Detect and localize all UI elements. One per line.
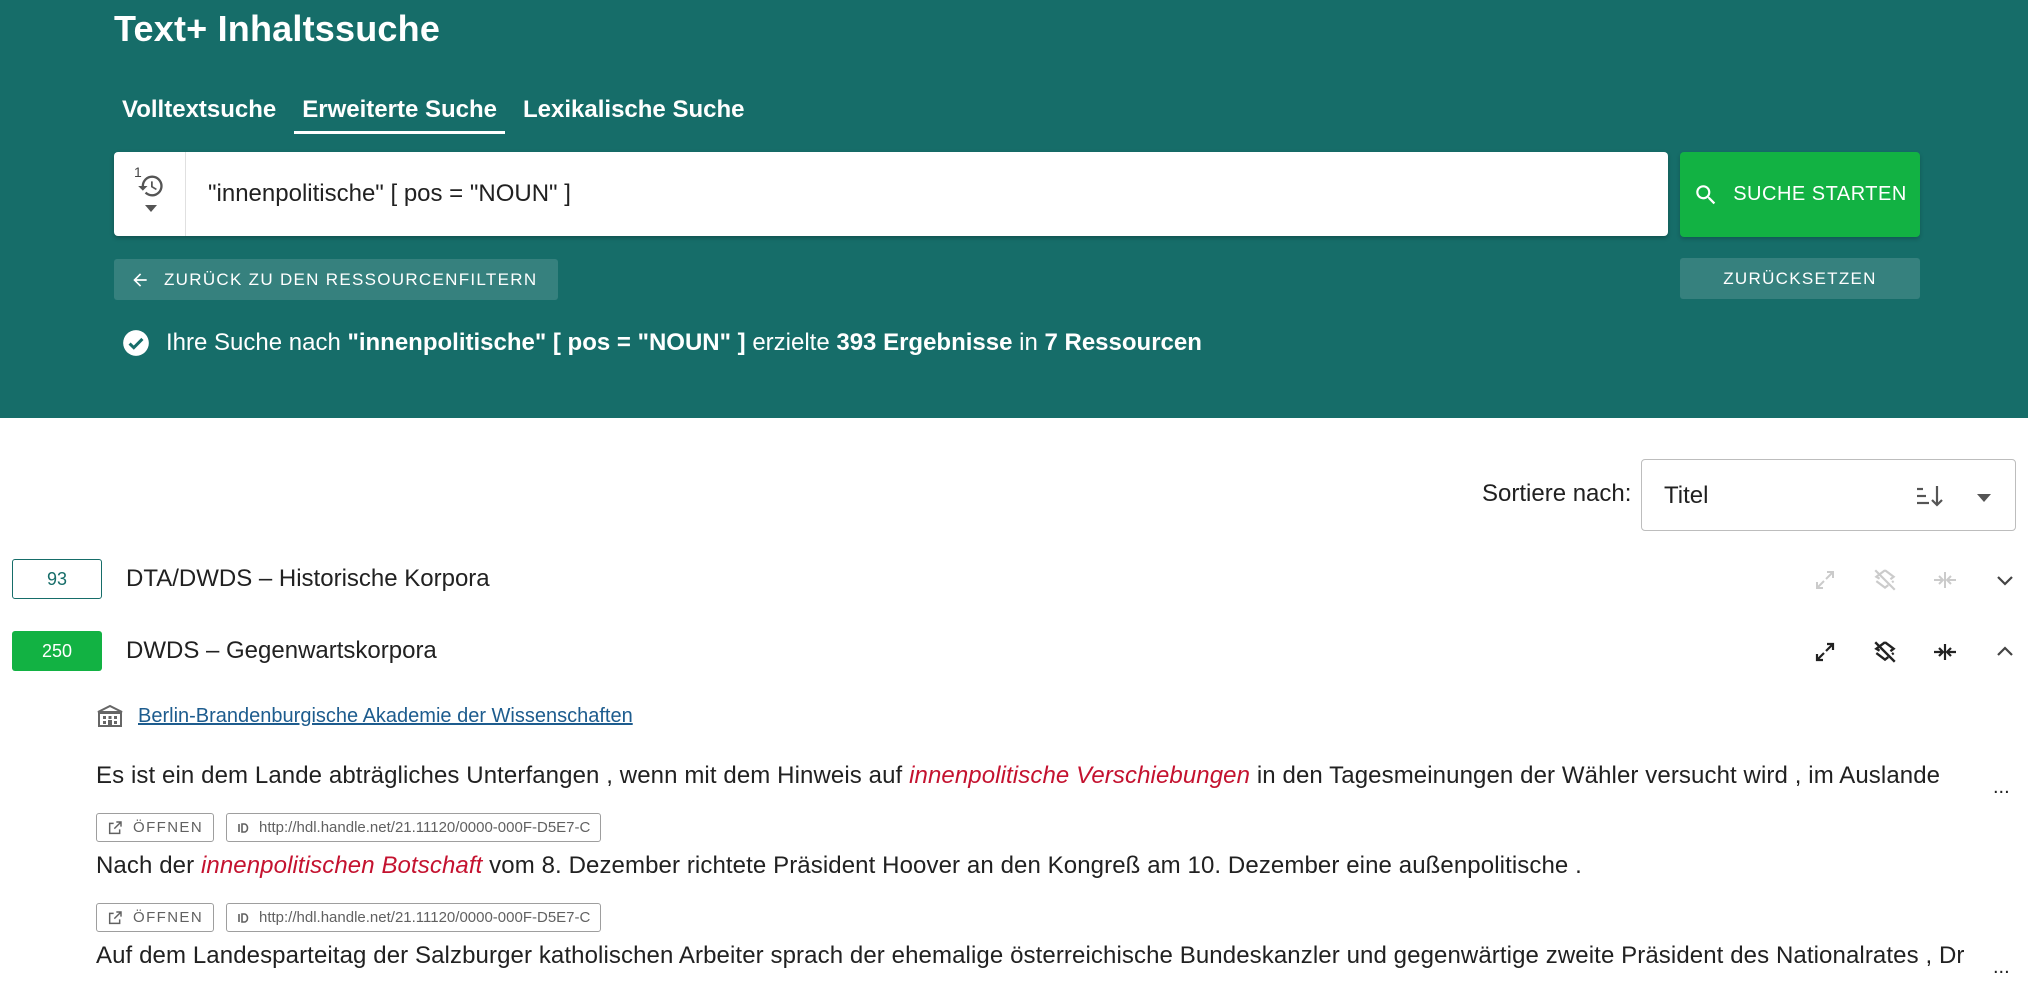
handle-link[interactable]: http://hdl.handle.net/21.11120/0000-000F…: [226, 903, 602, 932]
reset-button[interactable]: ZURÜCKSETZEN: [1680, 258, 1920, 299]
kwic-left-context: Nach der: [96, 852, 201, 879]
query-history-button[interactable]: 1: [114, 152, 186, 236]
search-mode-tabs: Volltextsuche Erweiterte Suche Lexikalis…: [114, 86, 762, 134]
handle-url: http://hdl.handle.net/21.11120/0000-000F…: [259, 819, 591, 836]
collapse-context-button[interactable]: [1930, 637, 1960, 667]
id-icon: [238, 822, 249, 833]
open-label: ÖFFNEN: [133, 909, 204, 926]
search-submit-label: SUCHE STARTEN: [1733, 183, 1907, 205]
fullscreen-button[interactable]: [1810, 637, 1840, 667]
fullscreen-button: [1810, 565, 1840, 595]
institution-icon: [97, 704, 123, 727]
tab-lexikalische-suche[interactable]: Lexikalische Suche: [515, 86, 752, 134]
back-to-resource-filters-button[interactable]: ZURÜCK ZU DEN RESSOURCENFILTERN: [114, 259, 558, 300]
kwic-ellipsis: ...: [1993, 956, 2010, 978]
id-icon: [238, 912, 249, 923]
status-in: in: [1012, 329, 1045, 356]
check-circle-icon: [123, 330, 149, 356]
chevron-up-icon: [1997, 646, 2013, 656]
hide-layers-button[interactable]: [1870, 637, 1900, 667]
caret-down-icon: [1977, 494, 1991, 502]
fullscreen-icon: [1816, 571, 1834, 589]
open-button[interactable]: ÖFFNEN: [96, 903, 215, 932]
compress-horizontal-icon: [1934, 572, 1956, 588]
resource-title[interactable]: DWDS – Gegenwartskorpora: [126, 637, 437, 665]
provider: Berlin-Brandenburgische Akademie der Wis…: [96, 703, 633, 729]
status-middle: erzielte: [745, 329, 837, 356]
kwic-left-context: Es ist ein dem Lande abträgliches Unterf…: [96, 762, 910, 789]
sort-label: Sortiere nach:: [1482, 480, 1632, 507]
app-title: Text+ Inhaltssuche: [114, 8, 441, 49]
status-count: 393 Ergebnisse: [836, 329, 1013, 356]
sort-value: Titel: [1664, 482, 1709, 509]
search-status-message: Ihre Suche nach "innenpolitische" [ pos …: [122, 326, 1202, 360]
search-submit-button[interactable]: SUCHE STARTEN: [1680, 152, 1920, 237]
expand-row-button[interactable]: [1990, 565, 2020, 595]
open-in-new-icon: [108, 820, 122, 834]
compress-horizontal-icon: [1934, 644, 1956, 660]
arrow-left-icon: [133, 272, 147, 287]
back-button-label: ZURÜCK ZU DEN RESSOURCENFILTERN: [164, 269, 538, 289]
fullscreen-icon: [1815, 642, 1835, 662]
kwic-ellipsis: ...: [1993, 776, 2010, 798]
sort-select[interactable]: Titel: [1641, 459, 2016, 531]
chevron-down-icon: [1997, 576, 2013, 586]
handle-link[interactable]: http://hdl.handle.net/21.11120/0000-000F…: [226, 813, 602, 842]
collapse-context-button: [1930, 565, 1960, 595]
sort-order-icon[interactable]: [1914, 482, 1944, 510]
kwic-line: Nach der innenpolitischen Botschaft vom …: [96, 852, 2016, 880]
hide-layers-button: [1870, 565, 1900, 595]
resource-title[interactable]: DTA/DWDS – Historische Korpora: [126, 565, 490, 593]
layers-off-icon: [1874, 569, 1896, 591]
kwic-hit: innenpolitischen Botschaft: [200, 852, 483, 879]
result-count-badge: 250: [12, 631, 102, 671]
search-box: 1: [114, 152, 1668, 236]
layers-off-icon: [1874, 641, 1896, 663]
result-count-badge: 93: [12, 559, 102, 599]
kwic-right-context: in den Tagesmeinungen der Wähler versuch…: [1250, 762, 1941, 789]
kwic-left-context: Auf dem Landesparteitag der Salzburger k…: [96, 942, 1965, 969]
resource-row[interactable]: 93 DTA/DWDS – Historische Korpora: [0, 559, 2028, 615]
kwic-line: Auf dem Landesparteitag der Salzburger k…: [96, 942, 2004, 970]
caret-down-icon: [145, 205, 157, 212]
open-button[interactable]: ÖFFNEN: [96, 813, 215, 842]
handle-url: http://hdl.handle.net/21.11120/0000-000F…: [259, 909, 591, 926]
status-prefix: Ihre Suche nach: [166, 329, 348, 356]
open-in-new-icon: [108, 910, 122, 924]
provider-link[interactable]: Berlin-Brandenburgische Akademie der Wis…: [138, 705, 633, 728]
kwic-right-context: vom 8. Dezember richtete Präsident Hoove…: [482, 852, 1582, 879]
history-icon: [138, 175, 163, 197]
status-query: "innenpolitische" [ pos = "NOUN" ]: [347, 329, 746, 356]
open-label: ÖFFNEN: [133, 819, 204, 836]
status-resources: 7 Ressourcen: [1044, 329, 1202, 356]
tab-erweiterte-suche[interactable]: Erweiterte Suche: [294, 86, 505, 134]
search-icon: [1696, 184, 1716, 204]
kwic-hit: innenpolitische Verschiebungen: [909, 762, 1251, 789]
collapse-row-button[interactable]: [1990, 637, 2020, 667]
query-input[interactable]: [186, 152, 1656, 236]
tab-volltextsuche[interactable]: Volltextsuche: [114, 86, 284, 134]
app-header: Text+ Inhaltssuche Volltextsuche Erweite…: [0, 0, 2028, 418]
kwic-line: Es ist ein dem Lande abträgliches Unterf…: [96, 762, 2016, 790]
resource-row[interactable]: 250 DWDS – Gegenwartskorpora: [0, 631, 2028, 687]
